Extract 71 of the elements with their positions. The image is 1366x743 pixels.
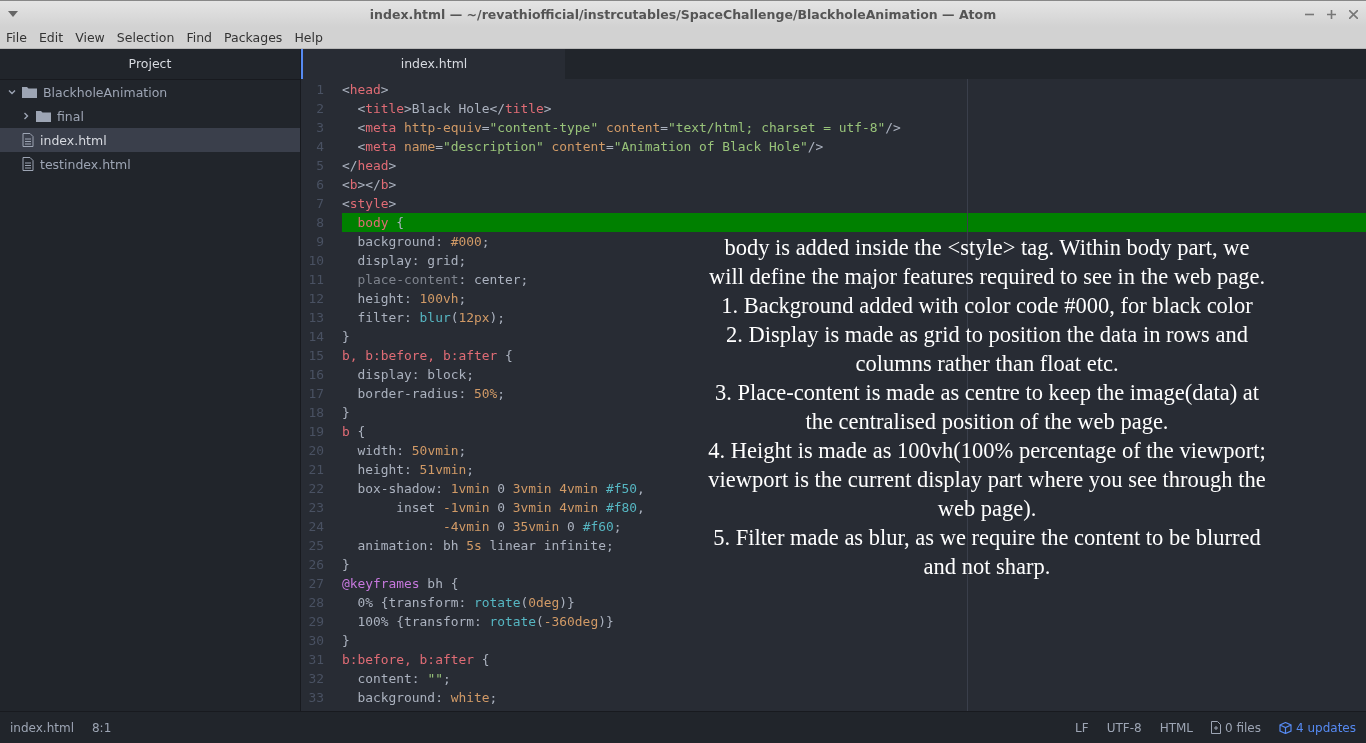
menu-item[interactable]: Selection: [116, 29, 180, 46]
menu-item[interactable]: Edit: [38, 29, 69, 46]
encoding[interactable]: UTF-8: [1106, 720, 1142, 735]
code-line: body {: [356, 214, 405, 232]
code-line: border-radius: 50%;: [356, 385, 505, 403]
menu-item[interactable]: Find: [186, 29, 218, 46]
code-line: animation: bh 5s linear infinite;: [356, 537, 614, 555]
code-line: background: white;: [356, 689, 498, 707]
annotation-text: 3. Place-content is made as centre to keep the image(data) at the centralised position of the web page.: [713, 379, 1261, 436]
file-icon: [22, 157, 34, 171]
code-line: }: [342, 556, 350, 574]
code-line: display: grid;: [356, 252, 467, 270]
annotation-text: 1. Background added with color code #000, for black color: [720, 292, 1254, 320]
panel-title: Project: [0, 49, 300, 80]
file-tab[interactable]: index.html: [301, 49, 565, 79]
folder-icon: [36, 110, 51, 122]
annotation-text: body is added inside the <style> tag. Within body part, we will define the major features required to see in the web page.: [708, 234, 1266, 291]
grammar[interactable]: HTML: [1159, 720, 1194, 735]
menu-item[interactable]: File: [6, 29, 32, 46]
code-line: </head>: [342, 157, 397, 175]
code-line: <meta http-equiv="content-type" content="text/html; charset = utf-8"/>: [356, 119, 901, 137]
git-files[interactable]: 0 files: [1225, 720, 1261, 735]
code-line: <b></b>: [342, 176, 397, 194]
file-icon: [22, 133, 34, 147]
status-file[interactable]: index.html: [10, 720, 74, 735]
code-line: box-shadow: 1vmin 0 3vmin 4vmin #f50,: [356, 480, 645, 498]
code-line: -4vmin 0 35vmin 0 #f60;: [441, 518, 622, 536]
close-icon[interactable]: [1349, 9, 1358, 19]
code-line: <head>: [342, 81, 389, 99]
code-line: background: #000;: [356, 233, 490, 251]
folder-icon: [22, 86, 37, 98]
code-line: b, b:before, b:after {: [342, 347, 513, 365]
code-line: }: [342, 404, 350, 422]
code-line: }: [342, 632, 350, 650]
annotation-text: 2. Display is made as grid to position the data in rows and columns rather than float etc.: [725, 321, 1249, 378]
window-title: index.html — ~/revathiofficial/instrcutables/SpaceChallenge/BlackholeAnimation — Atom: [369, 6, 997, 22]
annotation-text: 5. Filter made as blur, as we require the content to be blurred and not sharp.: [712, 524, 1262, 581]
package-icon: [1279, 721, 1292, 734]
tree-item[interactable]: index.html: [0, 128, 300, 152]
cursor-position[interactable]: 8:1: [92, 720, 112, 735]
code-line: b {: [342, 423, 366, 441]
code-line: content: "";: [356, 670, 451, 688]
code-line: }: [342, 328, 350, 346]
code-line: <meta name="description" content="Animation of Black Hole"/>: [356, 138, 824, 156]
chevron-right-icon[interactable]: [22, 112, 30, 120]
code-line: 0% {transform: rotate(0deg)}: [356, 594, 575, 612]
menu-item[interactable]: View: [75, 29, 110, 46]
window-menu-icon[interactable]: [8, 11, 18, 17]
code-line: height: 100vh;: [356, 290, 467, 308]
code-line: place-content: center;: [356, 271, 529, 289]
annotation-text: 4. Height is made as 100vh(100% percentage of the viewport; viewport is the current display part where you see through the web page).: [708, 437, 1266, 523]
line-ending[interactable]: LF: [1075, 720, 1089, 735]
code-line: height: 51vmin;: [356, 461, 474, 479]
code-line: <title>Black Hole</title>: [356, 100, 552, 118]
updates-link[interactable]: 4 updates: [1296, 720, 1356, 735]
code-line: @keyframes bh {: [342, 575, 459, 593]
code-line: b:before, b:after {: [342, 651, 490, 669]
code-line: filter: blur(12px);: [356, 309, 505, 327]
tree-item[interactable]: BlackholeAnimation: [0, 80, 300, 104]
tree-item[interactable]: final: [0, 104, 300, 128]
code-line: inset -1vmin 0 3vmin 4vmin #f80,: [395, 499, 645, 517]
code-line: 100% {transform: rotate(-360deg)}: [356, 613, 614, 631]
menu-item[interactable]: Help: [294, 29, 328, 46]
file-icon: [1211, 721, 1222, 734]
code-line: display: block;: [356, 366, 474, 384]
tree-item[interactable]: testindex.html: [0, 152, 300, 176]
code-line: <style>: [342, 195, 397, 213]
maximize-icon[interactable]: [1327, 9, 1336, 19]
menu-item[interactable]: Packages: [224, 29, 288, 46]
chevron-down-icon[interactable]: [8, 88, 16, 96]
code-line: width: 50vmin;: [356, 442, 467, 460]
